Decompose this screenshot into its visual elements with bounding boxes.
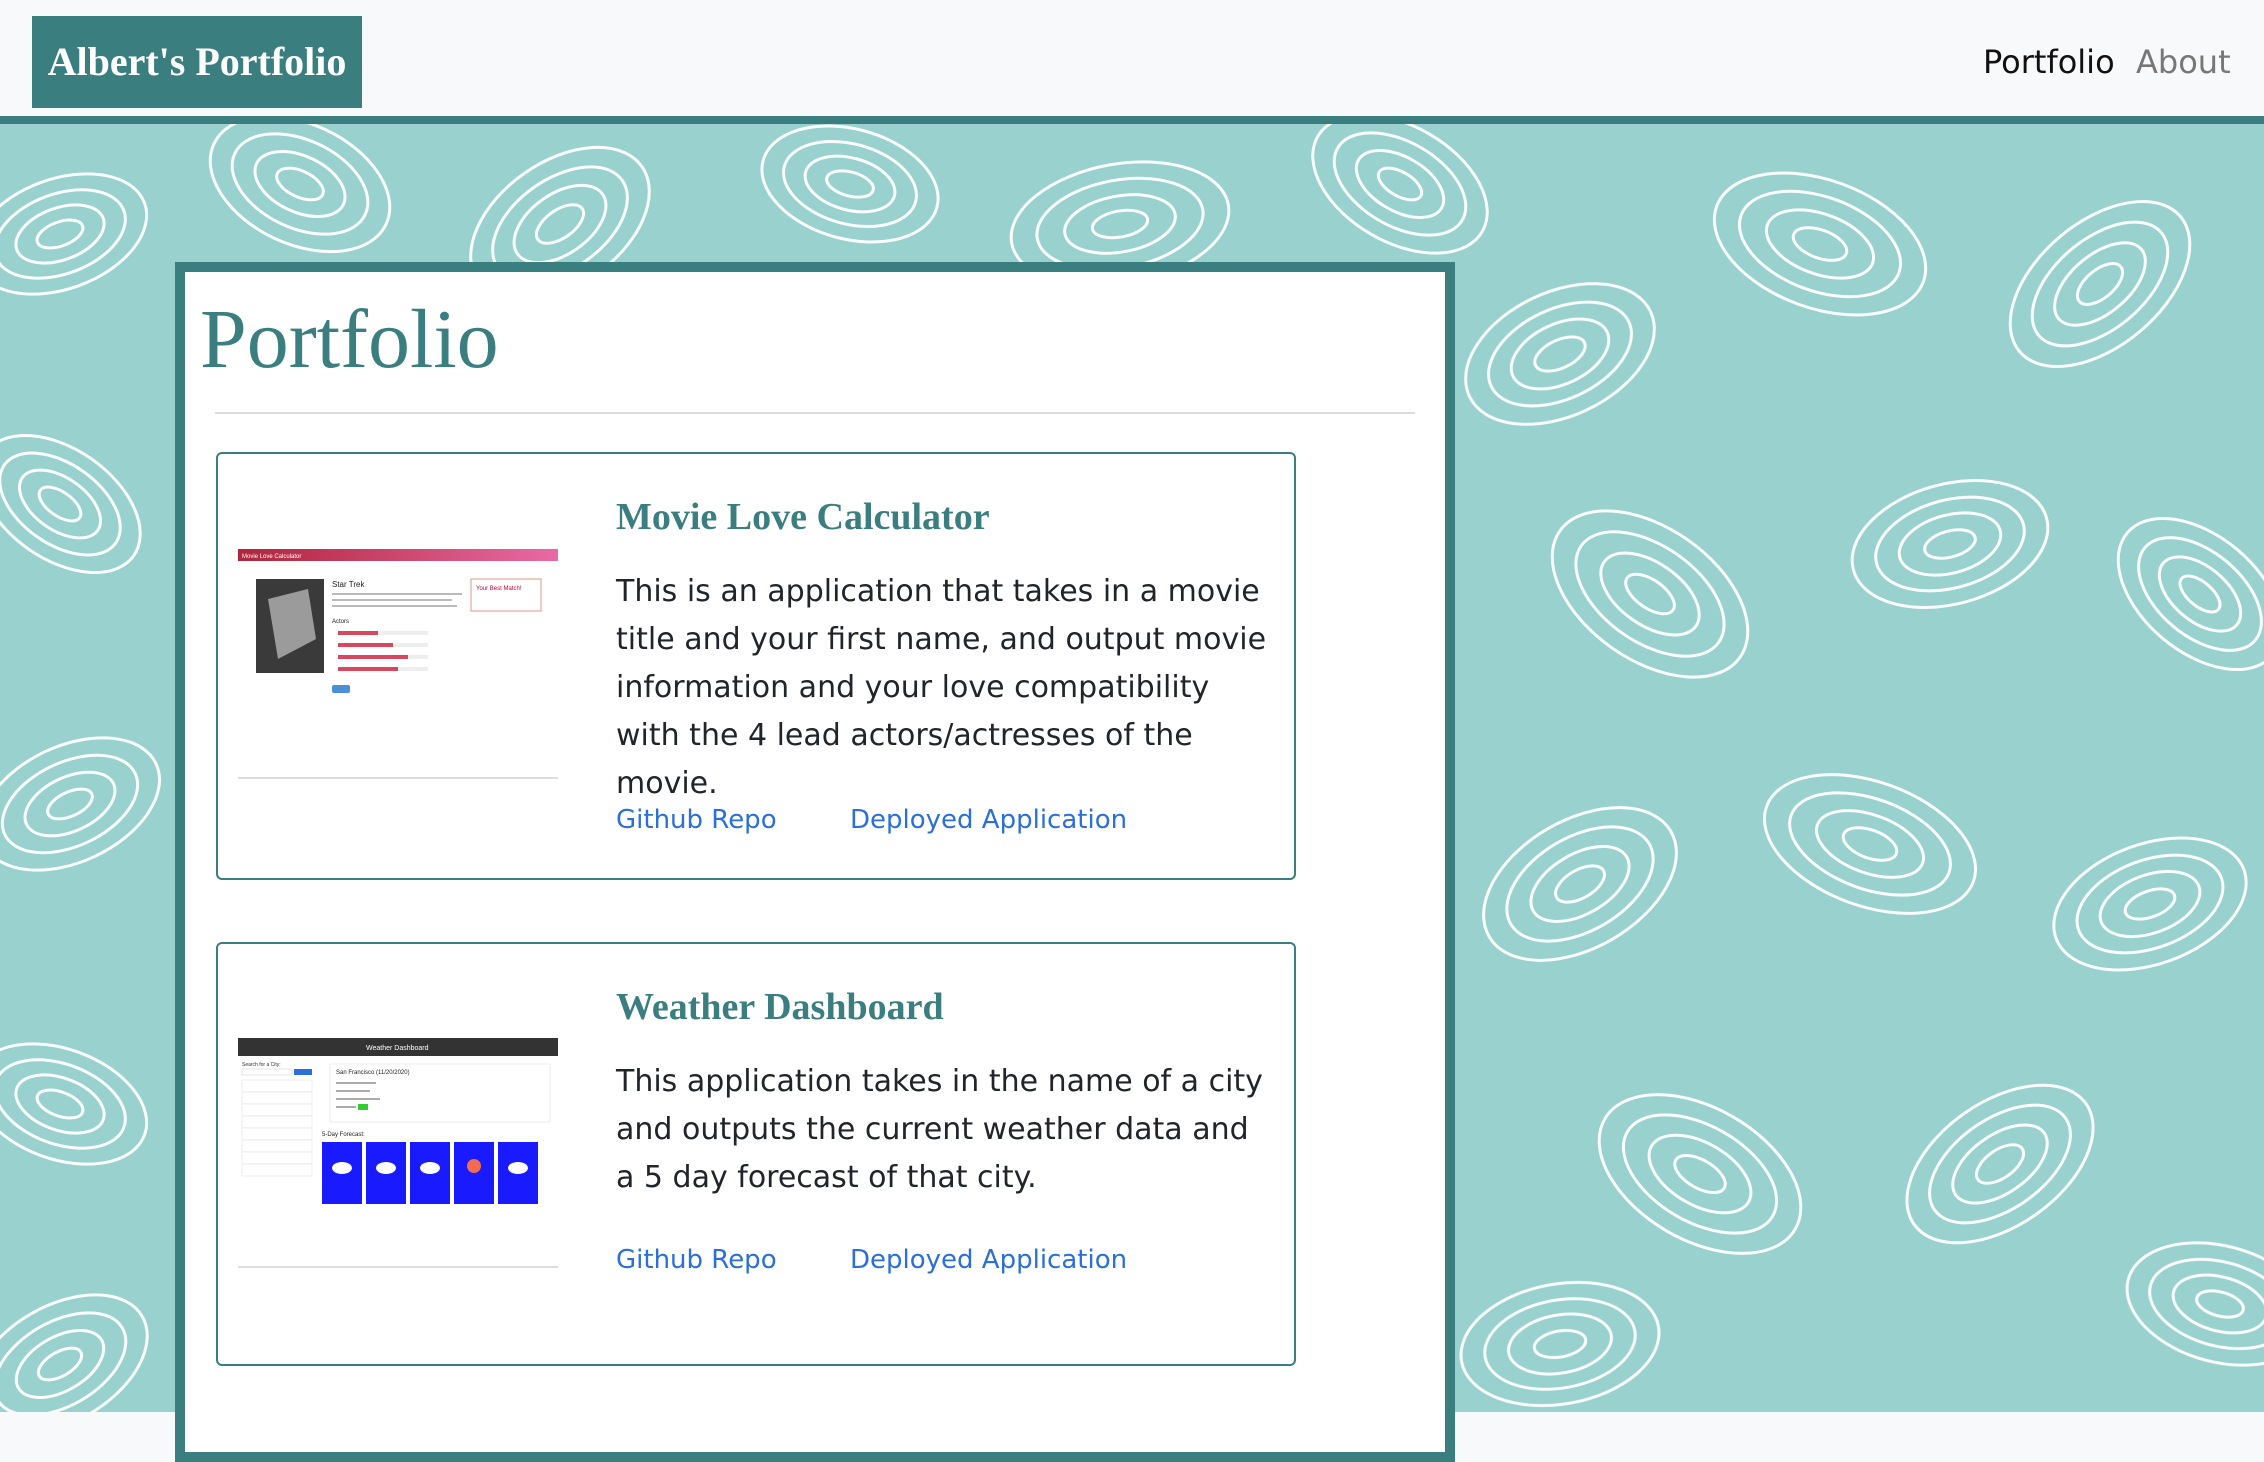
project-card: Weather Dashboard Search for a City: San… (216, 942, 1296, 1366)
svg-text:Star Trek: Star Trek (332, 580, 365, 589)
project-title: Weather Dashboard (616, 986, 944, 1028)
svg-text:Actors: Actors (332, 619, 349, 625)
project-title: Movie Love Calculator (616, 496, 990, 538)
svg-text:Weather Dashboard: Weather Dashboard (366, 1045, 429, 1052)
svg-text:Your Best Match!: Your Best Match! (476, 586, 522, 592)
svg-text:Movie Love Calculator: Movie Love Calculator (242, 554, 301, 560)
github-repo-link[interactable]: Github Repo (616, 802, 777, 838)
svg-text:San Francisco (11/20/2020): San Francisco (11/20/2020) (336, 1070, 410, 1076)
nav-link-portfolio[interactable]: Portfolio (1983, 38, 2115, 86)
project-description: This application takes in the name of a … (616, 1064, 1263, 1195)
nav-link-about[interactable]: About (2136, 38, 2231, 86)
github-repo-link[interactable]: Github Repo (616, 1242, 777, 1278)
deployed-application-link[interactable]: Deployed Application (850, 1242, 1127, 1278)
navbar: Albert's Portfolio Portfolio About (0, 0, 2264, 124)
brand-logo[interactable]: Albert's Portfolio (32, 16, 362, 108)
svg-text:5-Day Forecast:: 5-Day Forecast: (322, 1132, 365, 1138)
title-divider (215, 412, 1415, 414)
deployed-application-link[interactable]: Deployed Application (850, 802, 1127, 838)
project-thumbnail[interactable]: Weather Dashboard Search for a City: San… (238, 1038, 558, 1268)
project-description: This is an application that takes in a m… (616, 574, 1267, 801)
svg-text:Search for a City:: Search for a City: (242, 1062, 281, 1068)
project-thumbnail[interactable]: Movie Love Calculator Star Trek Your Bes… (238, 549, 558, 779)
page-title: Portfolio (200, 293, 499, 386)
project-card: Movie Love Calculator Star Trek Your Bes… (216, 452, 1296, 880)
